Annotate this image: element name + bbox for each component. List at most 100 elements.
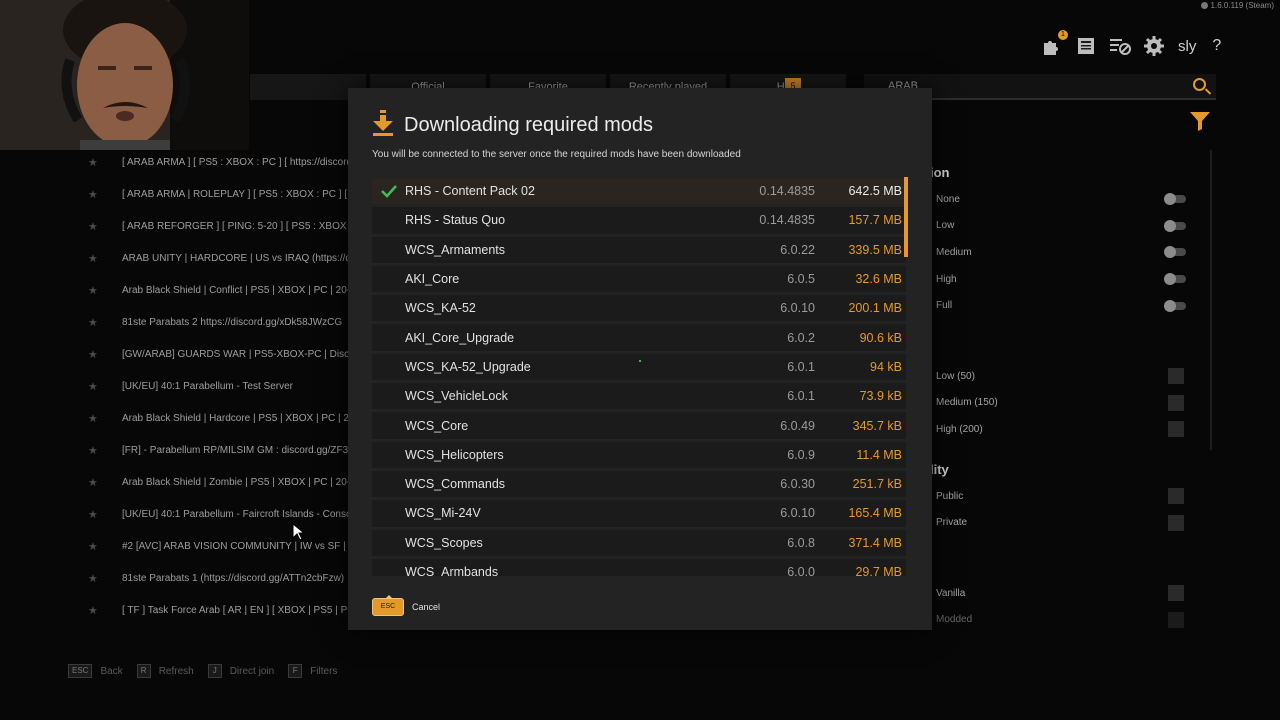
filter-scrollbar[interactable] xyxy=(1210,150,1212,450)
favorite-star-icon[interactable]: ★ xyxy=(80,604,122,617)
filter-checkbox[interactable] xyxy=(1168,585,1184,602)
mod-size: 73.9 kB xyxy=(859,389,902,404)
favorite-star-icon[interactable]: ★ xyxy=(80,284,122,297)
filter-option: High xyxy=(930,266,1190,293)
mod-row[interactable]: RHS - Content Pack 02 0.14.4835 642.5 MB xyxy=(372,178,906,205)
server-row[interactable]: ★ Arab Black Shield | Zombie | PS5 | XBOX… xyxy=(80,466,350,498)
favorite-star-icon[interactable]: ★ xyxy=(80,188,122,201)
server-row[interactable]: ★ [UK/EU] 40:1 Parabellum - Test Server xyxy=(80,370,350,402)
favorite-star-icon[interactable]: ★ xyxy=(80,316,122,329)
mod-size: 11.4 MB xyxy=(856,447,902,462)
server-name: [ TF ] Task Force Arab [ AR | EN ] [ XBO… xyxy=(122,604,350,616)
server-name: #2 [AVC] ARAB VISION COMMUNITY | IW vs S… xyxy=(122,540,350,552)
mod-row[interactable]: WCS_KA-52_Upgrade 6.0.1 94 kB xyxy=(372,353,906,381)
filter-checkbox[interactable] xyxy=(1168,421,1184,438)
filter-option: High (200) xyxy=(930,416,1190,443)
settings-gear-icon[interactable] xyxy=(1142,34,1166,58)
mod-version: 6.0.8 xyxy=(787,535,815,550)
favorite-star-icon[interactable]: ★ xyxy=(80,476,122,489)
server-row[interactable]: ★ Arab Black Shield | Hardcore | PS5 | XB… xyxy=(80,402,350,434)
mod-row[interactable]: AKI_Core_Upgrade 6.0.2 90.6 kB xyxy=(372,324,906,351)
filter-checkbox[interactable] xyxy=(1168,394,1184,411)
server-row[interactable]: ★ Arab Black Shield | Conflict | PS5 | XB… xyxy=(80,274,350,306)
server-row[interactable]: ★ 81ste Parabats 1 (https://discord.gg/AT… xyxy=(80,562,350,594)
notification-badge: 1 xyxy=(1058,30,1068,40)
mod-size: 29.7 MB xyxy=(855,565,902,576)
mod-row[interactable]: WCS_KA-52 6.0.10 200.1 MB xyxy=(372,295,906,322)
filter-toggle[interactable] xyxy=(1164,219,1186,232)
favorite-star-icon[interactable]: ★ xyxy=(80,220,122,233)
mod-row[interactable]: RHS - Status Quo 0.14.4835 157.7 MB xyxy=(372,207,906,234)
filter-label: Vanilla xyxy=(936,587,966,599)
mod-row[interactable]: WCS_Commands 6.0.30 251.7 kB xyxy=(372,470,906,498)
favorite-star-icon[interactable]: ★ xyxy=(80,540,122,553)
hint-filters[interactable]: F Filters xyxy=(288,664,337,678)
mouse-cursor-icon xyxy=(292,523,304,541)
mod-version: 6.0.49 xyxy=(780,418,815,433)
filter-option: Vanilla xyxy=(930,580,1190,607)
mods-puzzle-icon[interactable]: 1 xyxy=(1040,30,1068,58)
loading-indicator xyxy=(639,360,641,362)
favorite-star-icon[interactable]: ★ xyxy=(80,508,122,521)
server-row[interactable]: ★ 81ste Parabats 2 https://discord.gg/xDk… xyxy=(80,306,350,338)
filter-toggle[interactable] xyxy=(1164,246,1186,259)
mod-row[interactable]: WCS_Armbands 6.0.0 29.7 MB xyxy=(372,558,906,576)
filter-checkbox[interactable] xyxy=(1168,368,1184,385)
mod-row[interactable]: WCS_VehicleLock 6.0.1 73.9 kB xyxy=(372,383,906,410)
hint-refresh[interactable]: R Refresh xyxy=(136,664,194,678)
favorite-star-icon[interactable]: ★ xyxy=(80,252,122,265)
filter-label: None xyxy=(936,193,960,205)
favorite-star-icon[interactable]: ★ xyxy=(80,572,122,585)
favorite-star-icon[interactable]: ★ xyxy=(80,348,122,361)
server-row[interactable]: ★[ TF ] Task Force Arab [ AR | EN ] [ XB… xyxy=(80,594,350,626)
mod-size: 339.5 MB xyxy=(848,242,902,257)
hint-back[interactable]: ESC Back xyxy=(68,664,123,678)
server-row[interactable]: ★ [GW/ARAB] GUARDS WAR | PS5-XBOX-PC | Di… xyxy=(80,338,350,370)
mod-name: AKI_Core xyxy=(405,272,460,287)
mod-list-scrollbar[interactable] xyxy=(904,177,908,257)
search-icon[interactable] xyxy=(1193,78,1206,91)
favorite-star-icon[interactable]: ★ xyxy=(80,380,122,393)
filter-checkbox[interactable] xyxy=(1168,514,1184,531)
server-row[interactable]: ★ [UK/EU] 40:1 Parabellum - Faircroft Isl… xyxy=(80,498,350,530)
mod-row[interactable]: WCS_Armaments 6.0.22 339.5 MB xyxy=(372,236,906,263)
favorite-star-icon[interactable]: ★ xyxy=(80,412,122,425)
esc-key-button[interactable]: ESC xyxy=(372,595,404,616)
mod-name: WCS_Scopes xyxy=(405,535,483,550)
news-icon[interactable] xyxy=(1074,34,1098,58)
favorite-star-icon[interactable]: ★ xyxy=(80,156,122,169)
help-button[interactable]: ? xyxy=(1212,37,1221,55)
hint-direct-join[interactable]: J Direct join xyxy=(207,664,274,678)
mod-row[interactable]: WCS_Helicopters 6.0.9 11.4 MB xyxy=(372,441,906,468)
blocked-list-icon[interactable] xyxy=(1108,34,1132,58)
filter-toggle[interactable] xyxy=(1164,299,1186,312)
filter-option: Public xyxy=(930,483,1190,510)
username[interactable]: sly xyxy=(1178,38,1196,55)
mod-row[interactable]: WCS_Mi-24V 6.0.10 165.4 MB xyxy=(372,500,906,527)
server-row[interactable]: ★ ARAB UNITY | HARDCORE | US vs IRAQ (htt… xyxy=(80,242,350,274)
server-name: Arab Black Shield | Zombie | PS5 | XBOX … xyxy=(122,476,350,488)
filter-checkbox[interactable] xyxy=(1168,488,1184,505)
dialog-title: Downloading required mods xyxy=(404,114,654,136)
server-row[interactable]: ★[ ARAB ARMA ] [ PS5 : XBOX : PC ] [ htt… xyxy=(80,146,350,178)
filter-checkbox[interactable] xyxy=(1168,611,1184,628)
download-arrow-icon xyxy=(373,110,393,136)
server-name: [UK/EU] 40:1 Parabellum - Faircroft Isla… xyxy=(122,508,350,520)
server-row[interactable]: ★ [FR] - Parabellum RP/MILSIM GM : discor… xyxy=(80,434,350,466)
filter-funnel-icon[interactable] xyxy=(1189,110,1211,132)
favorite-star-icon[interactable]: ★ xyxy=(80,444,122,457)
server-row[interactable]: ★[ ARAB REFORGER ] [ PING: 5-20 ] [ PS5 … xyxy=(80,210,350,242)
filter-panel: ion None Low Medium High Full Low (50) M… xyxy=(930,160,1190,633)
server-row[interactable]: ★[ ARAB ARMA | ROLEPLAY ] [ PS5 : XBOX :… xyxy=(80,178,350,210)
mod-row[interactable]: WCS_Scopes 6.0.8 371.4 MB xyxy=(372,529,906,556)
cancel-button[interactable]: Cancel xyxy=(412,602,440,612)
filter-toggle[interactable] xyxy=(1164,193,1186,206)
filter-option: Low (50) xyxy=(930,363,1190,390)
server-row[interactable]: ★ #2 [AVC] ARAB VISION COMMUNITY | IW vs … xyxy=(80,530,350,562)
mod-row[interactable]: AKI_Core 6.0.5 32.6 MB xyxy=(372,265,906,293)
server-name: [ ARAB ARMA ] [ PS5 : XBOX : PC ] [ http… xyxy=(122,156,350,168)
mod-version: 6.0.30 xyxy=(780,477,815,492)
mod-row[interactable]: WCS_Core 6.0.49 345.7 kB xyxy=(372,412,906,439)
mod-list[interactable]: RHS - Content Pack 02 0.14.4835 642.5 MB… xyxy=(372,178,906,576)
filter-toggle[interactable] xyxy=(1164,273,1186,286)
